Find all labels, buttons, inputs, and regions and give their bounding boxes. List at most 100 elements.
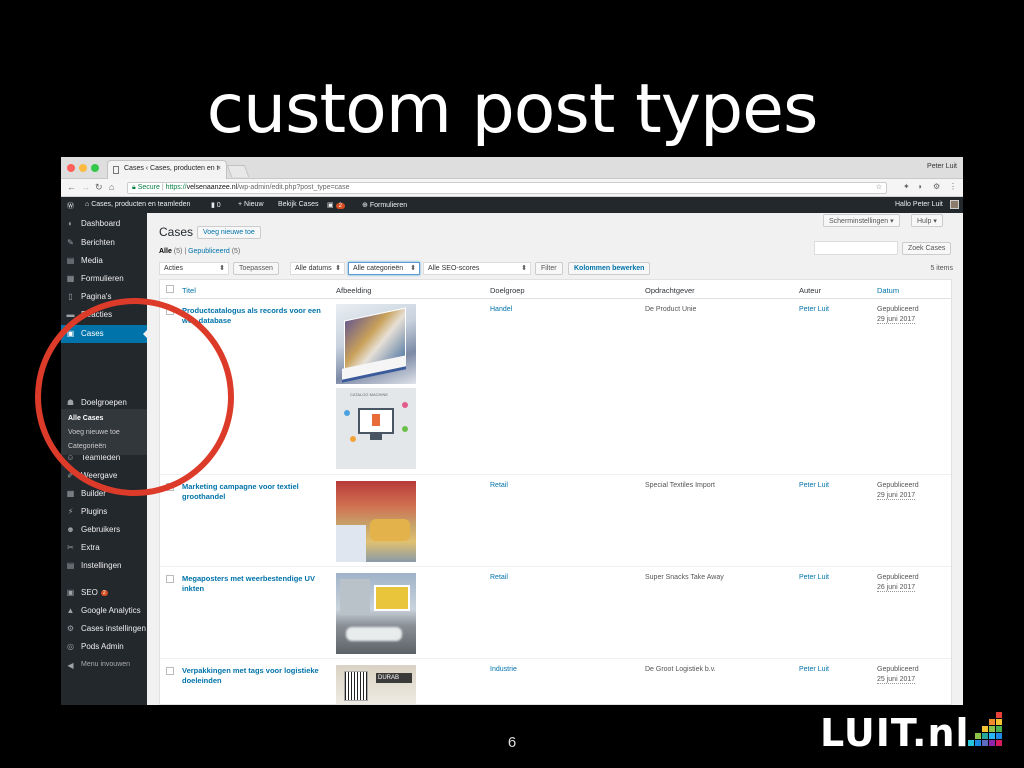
select-all-checkbox[interactable] xyxy=(166,285,174,293)
url-path: /wp-admin/edit.php?post_type=case xyxy=(237,184,350,191)
author-link[interactable]: Peter Luit xyxy=(799,666,829,673)
durable-label: DURAB xyxy=(376,673,412,683)
author-link[interactable]: Peter Luit xyxy=(799,482,829,489)
forward-icon[interactable]: → xyxy=(81,182,90,192)
bookmark-star-icon[interactable]: ☆ xyxy=(876,183,882,191)
search-input[interactable] xyxy=(814,241,898,255)
adminbar-site[interactable]: ⌂ Cases, producten en teamleden xyxy=(85,201,190,208)
adminbar-greeting[interactable]: Hallo Peter Luit xyxy=(895,201,943,208)
filter-published[interactable]: Gepubliceerd xyxy=(188,248,230,255)
sidebar-item-gebruikers[interactable]: ☻ Gebruikers xyxy=(61,521,147,539)
row-checkbox[interactable] xyxy=(166,575,174,583)
sidebar-item-pods-admin[interactable]: ◎ Pods Admin xyxy=(61,638,147,656)
close-window-icon[interactable] xyxy=(67,164,75,172)
filter-all[interactable]: Alle xyxy=(159,248,172,255)
seo-count-badge: 2 xyxy=(335,203,345,209)
adminbar-view[interactable]: Bekijk Cases xyxy=(278,201,318,208)
adminbar-comments[interactable]: ▮ 0 xyxy=(211,201,221,209)
browser-profile[interactable]: Peter Luit xyxy=(927,163,957,170)
adminbar-seo[interactable]: ▣ 2 xyxy=(327,201,345,209)
maximize-window-icon[interactable] xyxy=(91,164,99,172)
settings-icon: ▤ xyxy=(66,561,75,570)
case-title-link[interactable]: Verpakkingen met tags voor logistieke do… xyxy=(182,666,328,686)
sidebar-item-google-analytics[interactable]: ▲ Google Analytics xyxy=(61,602,147,620)
wordpress-logo-icon[interactable]: Ⓦ xyxy=(67,201,74,211)
logo-bars-icon xyxy=(968,712,1010,754)
group-link[interactable]: Industrie xyxy=(490,666,517,673)
avatar[interactable] xyxy=(950,200,959,209)
chevron-icon: ⬍ xyxy=(521,265,527,272)
author-link[interactable]: Peter Luit xyxy=(799,574,829,581)
filter-button[interactable]: Filter xyxy=(535,262,563,275)
bulk-action-select[interactable]: Acties ⬍ xyxy=(159,262,229,275)
client-name: Super Snacks Take Away xyxy=(645,574,724,581)
sidebar-item-media[interactable]: ▤ Media xyxy=(61,252,147,270)
catalog-book-image xyxy=(336,304,416,384)
table-row: Marketing campagne voor textiel groothan… xyxy=(160,476,951,567)
date-filter-select[interactable]: Alle datums ⬍ xyxy=(290,262,345,275)
category-filter-select[interactable]: Alle categorieën ⬍ xyxy=(348,262,420,275)
post-status: Gepubliceerd xyxy=(877,306,919,313)
case-title-link[interactable]: Productcatalogus als records voor een we… xyxy=(182,306,328,326)
row-checkbox[interactable] xyxy=(166,667,174,675)
comment-count: 0 xyxy=(216,202,221,209)
case-title-link[interactable]: Megaposters met weerbestendige UV inkten xyxy=(182,574,328,594)
sidebar-item-cases-instellingen[interactable]: ⚙ Cases instellingen xyxy=(61,620,147,638)
media-icon: ▤ xyxy=(66,256,75,265)
adminbar-new[interactable]: + Nieuw xyxy=(238,201,264,208)
client-name: De Product Unie xyxy=(645,306,697,313)
tab-close-icon[interactable]: × xyxy=(217,165,221,172)
search-button[interactable]: Zoek Cases xyxy=(902,242,952,255)
sidebar-item-label: Dashboard xyxy=(81,219,121,228)
adminbar-forms[interactable]: ⊕ Formulieren xyxy=(362,201,407,209)
wp-admin-bar: Ⓦ ⌂ Cases, producten en teamleden ▮ 0 + … xyxy=(61,197,963,213)
site-name: Cases, producten en teamleden xyxy=(91,201,191,208)
column-client: Opdrachtgever xyxy=(645,286,695,295)
column-title[interactable]: Titel xyxy=(182,286,196,295)
group-link[interactable]: Retail xyxy=(490,482,508,489)
secure-label: Secure xyxy=(137,184,160,191)
filter-published-count: (5) xyxy=(231,248,241,255)
sidebar-item-plugins[interactable]: ⚡︎ Plugins xyxy=(61,503,147,521)
forms-label: Formulieren xyxy=(369,202,408,209)
sidebar-item-menu-invouwen[interactable]: ◀ Menu invouwen xyxy=(61,657,147,675)
sidebar-item-dashboard[interactable]: ◐ Dashboard xyxy=(61,215,147,233)
new-tab-button[interactable] xyxy=(226,165,250,177)
reload-icon[interactable]: ↻ xyxy=(95,182,103,193)
back-icon[interactable]: ← xyxy=(67,182,76,192)
dashboard-icon: ◐ xyxy=(68,219,73,228)
browser-tab[interactable]: Cases ‹ Cases, producten en t × xyxy=(107,160,227,179)
pin-icon: ✎ xyxy=(67,238,74,247)
sidebar-item-berichten[interactable]: ✎ Berichten xyxy=(61,234,147,252)
case-title-link[interactable]: Marketing campagne voor textiel groothan… xyxy=(182,482,328,502)
add-new-button[interactable]: Voeg nieuwe toe xyxy=(197,226,261,239)
extension-icon[interactable]: ✦ xyxy=(903,182,910,191)
author-link[interactable]: Peter Luit xyxy=(799,306,829,313)
sidebar-item-seo[interactable]: ▣ SEO 2 xyxy=(61,584,147,602)
extension-2-icon[interactable]: ◑ xyxy=(917,182,922,191)
apply-button[interactable]: Toepassen xyxy=(233,262,279,275)
sidebar-item-label: Berichten xyxy=(81,238,115,247)
post-date: 25 juni 2017 xyxy=(877,676,916,684)
builder-icon: ▦ xyxy=(66,489,75,498)
sidebar-item-formulieren[interactable]: ▦ Formulieren xyxy=(61,270,147,288)
address-bar[interactable]: 🔒︎ Secure | https://velsenaanzee.nl/wp-a… xyxy=(127,182,887,194)
edit-columns-button[interactable]: Kolommen bewerken xyxy=(568,262,651,275)
column-date[interactable]: Datum xyxy=(877,286,899,295)
screen-options-button[interactable]: Scherminstellingen ▾ xyxy=(823,214,900,227)
sidebar-item-instellingen[interactable]: ▤ Instellingen xyxy=(61,557,147,575)
seo-badge: 2 xyxy=(100,590,108,596)
sidebar-item-extra[interactable]: ✂ Extra xyxy=(61,539,147,557)
sidebar-item-label: Plugins xyxy=(81,507,108,516)
group-link[interactable]: Retail xyxy=(490,574,508,581)
browser-toolbar: ← → ↻ ⌂ 🔒︎ Secure | https://velsenaanzee… xyxy=(61,179,963,197)
group-link[interactable]: Handel xyxy=(490,306,512,313)
settings-extension-icon[interactable]: ⚙ xyxy=(933,182,940,191)
help-button[interactable]: Hulp ▾ xyxy=(911,214,943,227)
table-row: Productcatalogus als records voor een we… xyxy=(160,300,951,475)
browser-menu-icon[interactable]: ⋮ xyxy=(949,182,957,191)
home-icon[interactable]: ⌂ xyxy=(109,182,114,192)
minimize-window-icon[interactable] xyxy=(79,164,87,172)
items-count: 5 items xyxy=(930,265,953,272)
seo-score-select[interactable]: Alle SEO-scores ⬍ xyxy=(423,262,531,275)
